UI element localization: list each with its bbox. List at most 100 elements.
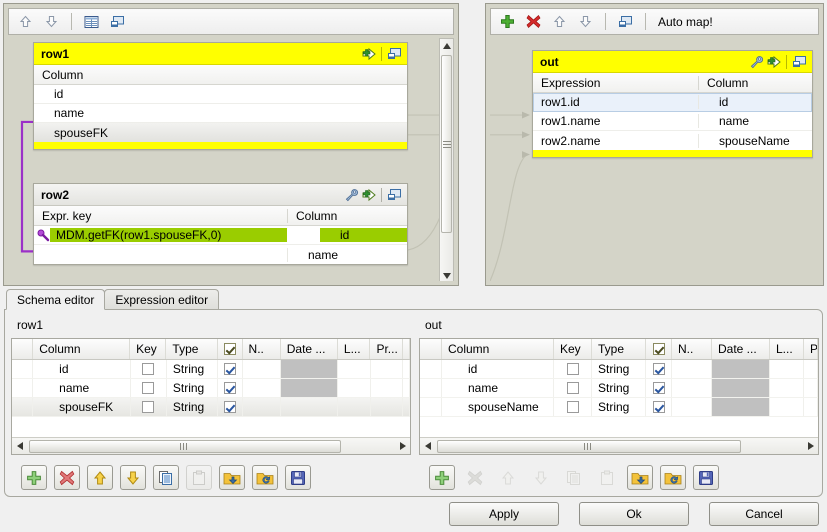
add-expression-icon[interactable] (360, 186, 377, 203)
out-cell-expression[interactable]: row1.name (533, 114, 698, 128)
apply-button[interactable]: Apply (449, 502, 559, 526)
schema-left-grid[interactable]: Column Key Type N.. Date ... L... Pr... … (11, 338, 411, 455)
cell-type[interactable]: String (167, 360, 218, 378)
scroll-up-arrow[interactable] (440, 39, 453, 53)
header-nullable[interactable]: N.. (672, 339, 712, 359)
wrench-icon[interactable] (748, 53, 765, 70)
table-row[interactable]: name (34, 104, 407, 123)
key-checkbox[interactable] (142, 382, 154, 394)
cancel-button[interactable]: Cancel (709, 502, 819, 526)
nullable-checkbox[interactable] (224, 382, 236, 394)
header-nullable-checkbox[interactable] (218, 339, 243, 359)
table-row[interactable]: spouseName String (420, 398, 818, 417)
schema-right-hscrollbar[interactable] (420, 437, 818, 454)
cell-nullable[interactable] (218, 360, 243, 378)
add-column-button[interactable] (429, 465, 455, 490)
export-schema-button[interactable] (660, 465, 686, 490)
move-up-button[interactable] (495, 465, 521, 490)
header-key[interactable]: Key (554, 339, 592, 359)
move-down-button[interactable] (42, 12, 61, 31)
table-row[interactable]: name String (12, 379, 410, 398)
move-down-button[interactable] (120, 465, 146, 490)
mapping-table-row2[interactable]: row2 (33, 183, 408, 265)
nullable-checkbox[interactable] (653, 382, 665, 394)
nullable-all-checkbox[interactable] (653, 343, 665, 355)
table-row[interactable]: id (34, 85, 407, 104)
move-down-button[interactable] (576, 12, 595, 31)
table-row[interactable]: id String (420, 360, 818, 379)
key-checkbox[interactable] (142, 363, 154, 375)
delete-column-button[interactable] (462, 465, 488, 490)
scroll-left-arrow[interactable] (12, 438, 27, 454)
table-row[interactable]: name (34, 245, 407, 264)
mapping-table-row1[interactable]: row1 (33, 42, 408, 150)
key-checkbox[interactable] (567, 382, 579, 394)
cell-date-pattern[interactable] (712, 398, 770, 416)
header-nullable-checkbox[interactable] (646, 339, 672, 359)
add-expression-icon[interactable] (765, 53, 782, 70)
delete-column-button[interactable] (54, 465, 80, 490)
table-row[interactable]: name String (420, 379, 818, 398)
header-column[interactable]: Column (442, 339, 554, 359)
cell-type[interactable]: String (167, 398, 218, 416)
cell-date-pattern[interactable] (281, 398, 338, 416)
key-checkbox[interactable] (567, 401, 579, 413)
nullable-all-checkbox[interactable] (224, 343, 236, 355)
add-column-button[interactable] (21, 465, 47, 490)
copy-button[interactable] (153, 465, 179, 490)
header-key[interactable]: Key (130, 339, 166, 359)
cell-date-pattern[interactable] (712, 360, 770, 378)
cell-nullable[interactable] (218, 379, 243, 397)
cell-key[interactable] (554, 379, 592, 397)
header-date-pattern[interactable]: Date ... (281, 339, 338, 359)
cell-key[interactable] (131, 360, 167, 378)
move-up-button[interactable] (87, 465, 113, 490)
key-checkbox[interactable] (142, 401, 154, 413)
cell-date-pattern[interactable] (281, 379, 338, 397)
paste-button[interactable] (186, 465, 212, 490)
cell-nullable[interactable] (646, 398, 672, 416)
table-row[interactable]: row1.id id (533, 93, 812, 112)
header-nullable[interactable]: N.. (243, 339, 281, 359)
move-up-button[interactable] (16, 12, 35, 31)
copy-button[interactable] (561, 465, 587, 490)
schema-right-grid[interactable]: Column Key Type N.. Date ... L... Pr... … (419, 338, 819, 455)
delete-button[interactable] (524, 12, 543, 31)
add-button[interactable] (498, 12, 517, 31)
nullable-checkbox[interactable] (224, 363, 236, 375)
minimize-icon[interactable] (386, 186, 403, 203)
nullable-checkbox[interactable] (653, 363, 665, 375)
paste-button[interactable] (594, 465, 620, 490)
scroll-right-arrow[interactable] (803, 438, 818, 454)
key-checkbox[interactable] (567, 363, 579, 375)
table-row[interactable]: spouseFK String (12, 398, 410, 417)
move-down-button[interactable] (528, 465, 554, 490)
hscrollbar-thumb[interactable] (437, 440, 741, 453)
hscroll-track[interactable] (27, 439, 395, 454)
import-schema-button[interactable] (219, 465, 245, 490)
out-cell-expression[interactable]: row1.id (533, 95, 698, 109)
header-precision[interactable]: Pr... (370, 339, 403, 359)
table-row[interactable]: id String (12, 360, 410, 379)
save-schema-button[interactable] (693, 465, 719, 490)
cell-key[interactable] (554, 398, 592, 416)
cell-key[interactable] (131, 398, 167, 416)
nullable-checkbox[interactable] (224, 401, 236, 413)
input-vertical-scrollbar[interactable] (439, 38, 454, 281)
save-schema-button[interactable] (285, 465, 311, 490)
cell-nullable[interactable] (646, 379, 672, 397)
cell-type[interactable]: String (592, 398, 646, 416)
add-expression-icon[interactable] (360, 45, 377, 62)
ok-button[interactable]: Ok (579, 502, 689, 526)
table-row[interactable]: row2.name spouseName (533, 131, 812, 150)
cell-type[interactable]: String (592, 360, 646, 378)
scrollbar-thumb[interactable] (441, 55, 452, 233)
mapping-table-out[interactable]: out (532, 50, 813, 158)
wrench-icon[interactable] (343, 186, 360, 203)
cell-nullable[interactable] (218, 398, 243, 416)
row2-cell-exprkey[interactable]: MDM.getFK(row1.spouseFK,0) (50, 228, 287, 242)
cell-key[interactable] (554, 360, 592, 378)
cell-date-pattern[interactable] (281, 360, 338, 378)
header-default[interactable]: D (403, 339, 410, 359)
header-length[interactable]: L... (770, 339, 804, 359)
